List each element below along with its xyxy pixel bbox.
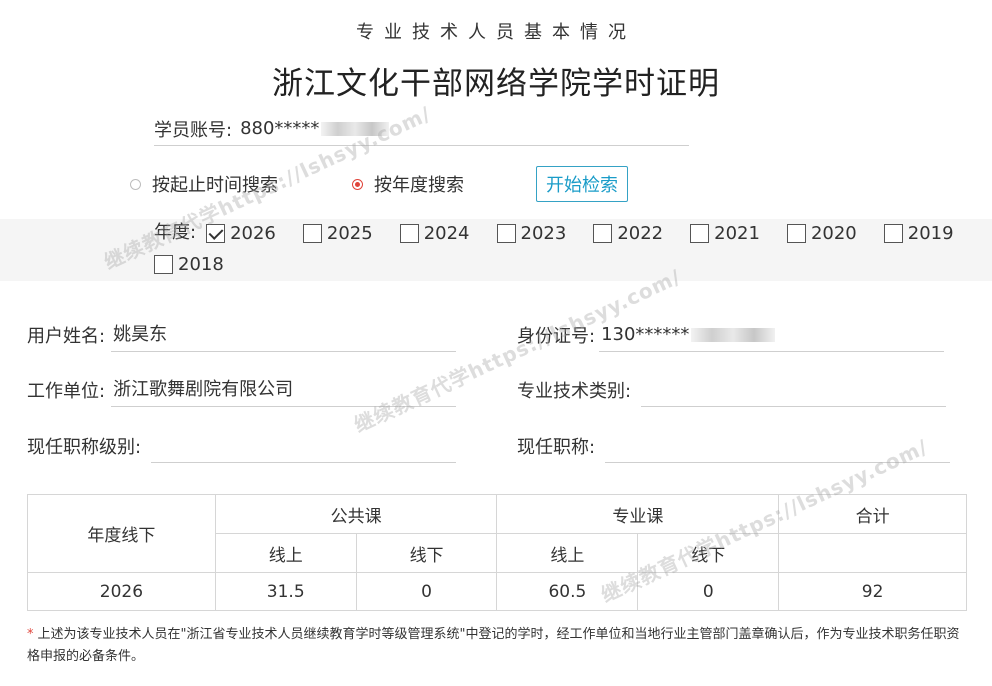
- subheader-public-online: 线上: [214, 533, 357, 573]
- checkbox-checked-icon: [206, 223, 226, 243]
- table-header-row: 年度线下 公共课 专业课 合计: [27, 494, 967, 573]
- radio-search-by-range[interactable]: 按起止时间搜索: [130, 171, 278, 197]
- search-mode-row: 按起止时间搜索 按年度搜索 开始检索: [130, 166, 628, 202]
- category-label: 专业技术类别:: [517, 381, 632, 402]
- checkbox-icon: [786, 223, 806, 243]
- radio-label-year: 按年度搜索: [374, 175, 464, 196]
- page-subtitle: 专业技术人员基本情况: [356, 22, 636, 43]
- checkbox-icon: [690, 223, 710, 243]
- checkbox-icon: [399, 223, 419, 243]
- year-text: 2021: [714, 222, 760, 244]
- year-checkbox-2021[interactable]: 2021: [690, 221, 760, 245]
- page-title: 浙江文化干部网络学院学时证明: [272, 66, 720, 102]
- header-total: 合计: [778, 494, 967, 534]
- year-text: 2023: [520, 222, 567, 244]
- year-checkbox-2019[interactable]: 2019: [883, 221, 954, 245]
- radio-label-range: 按起止时间搜索: [152, 175, 278, 196]
- name-label: 用户姓名:: [27, 326, 106, 347]
- name-field: 用户姓名: 姚昊东: [27, 318, 457, 352]
- radio-search-by-year[interactable]: 按年度搜索: [352, 171, 464, 197]
- id-value: 130******: [601, 323, 690, 345]
- id-label: 身份证号:: [517, 326, 596, 347]
- title-field: 现任职称:: [517, 429, 951, 463]
- certificate-page: 专业技术人员基本情况 浙江文化干部网络学院学时证明 学员账号: 880*****…: [0, 0, 992, 686]
- year-checkbox-2022[interactable]: 2022: [593, 221, 663, 245]
- checkbox-icon: [593, 223, 613, 243]
- table-row: 2026 31.5 0 60.5 0 92: [27, 572, 967, 611]
- hours-table: 年度线下 公共课 专业课 合计 线上 线下 线上 线下 2026 31.5 0 …: [27, 494, 967, 611]
- unit-label: 工作单位:: [27, 381, 106, 402]
- level-label: 现任职称级别:: [27, 437, 142, 458]
- radio-checked-icon: [352, 178, 363, 190]
- id-field: 身份证号: 130******: [517, 318, 945, 352]
- header-public-course: 公共课: [214, 494, 498, 534]
- account-value: 880*****: [240, 118, 320, 139]
- cell-public-online: 31.5: [214, 572, 357, 611]
- account-field: 学员账号: 880*****: [154, 112, 689, 146]
- start-search-button[interactable]: 开始检索: [536, 166, 628, 202]
- unit-field: 工作单位: 浙江歌舞剧院有限公司: [27, 373, 457, 407]
- year-text: 2020: [810, 222, 857, 244]
- year-text: 2022: [617, 222, 664, 244]
- year-text: 2019: [907, 222, 954, 244]
- id-value-box: 130******: [599, 318, 945, 352]
- subheader-pro-online: 线上: [496, 533, 639, 573]
- year-text: 2024: [423, 222, 470, 244]
- year-text: 2018: [178, 253, 224, 275]
- year-checkbox-2018[interactable]: 2018: [154, 252, 224, 276]
- title-value: [605, 429, 951, 463]
- redaction-blur: [691, 327, 776, 342]
- year-checkbox-2025[interactable]: 2025: [302, 221, 373, 245]
- checkbox-icon: [883, 223, 903, 243]
- year-checkbox-2020[interactable]: 2020: [786, 221, 857, 245]
- checkbox-icon: [496, 223, 516, 243]
- checkbox-icon: [302, 223, 322, 243]
- subheader-total-empty: [778, 533, 967, 573]
- radio-unchecked-icon: [130, 178, 141, 190]
- cell-pro-offline: 0: [637, 572, 780, 611]
- footnote: * 上述为该专业技术人员在"浙江省专业技术人员继续教育学时等级管理系统"中登记的学…: [27, 624, 972, 668]
- required-star: *: [27, 627, 34, 642]
- unit-value: 浙江歌舞剧院有限公司: [111, 373, 457, 407]
- redaction-blur: [321, 121, 390, 136]
- year-text: 2025: [326, 222, 373, 244]
- year-checkbox-2024[interactable]: 2024: [399, 221, 470, 245]
- cell-pro-online: 60.5: [496, 572, 639, 611]
- cell-year: 2026: [27, 572, 216, 611]
- account-label: 学员账号:: [154, 119, 233, 141]
- cell-total: 92: [778, 572, 967, 611]
- year-checkbox-2026[interactable]: 2026: [206, 221, 276, 245]
- name-value: 姚昊东: [111, 318, 457, 352]
- checkbox-icon: [154, 254, 173, 274]
- cell-public-offline: 0: [355, 572, 498, 611]
- title-label: 现任职称:: [517, 437, 596, 458]
- level-value: [151, 429, 457, 463]
- year-label: 年度:: [154, 222, 197, 243]
- year-checkbox-2023[interactable]: 2023: [496, 221, 567, 245]
- footnote-text: 上述为该专业技术人员在"浙江省专业技术人员继续教育学时等级管理系统"中登记的学时…: [27, 627, 960, 664]
- header-year-offline: 年度线下: [27, 494, 216, 573]
- header-professional-course: 专业课: [496, 494, 780, 534]
- category-field: 专业技术类别:: [517, 373, 947, 407]
- level-field: 现任职称级别:: [27, 429, 457, 463]
- year-text: 2026: [230, 222, 276, 244]
- subheader-public-offline: 线下: [355, 533, 498, 573]
- subheader-pro-offline: 线下: [637, 533, 780, 573]
- category-value: [641, 373, 947, 407]
- year-filter: 年度: 2026 2025 2024 2023 2022 2021 2020 2…: [154, 221, 984, 276]
